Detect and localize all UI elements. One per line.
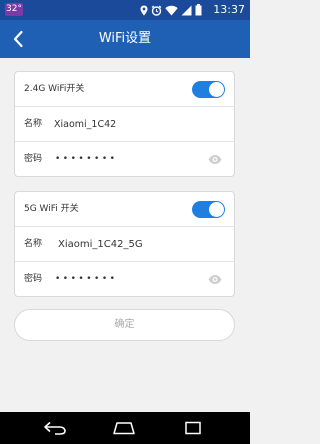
wifi-5g-name-label: 名称 [24,239,43,249]
wifi-5g-switch-label: 5G WiFi 开关 [24,204,79,214]
nav-home-icon [113,422,135,435]
wifi-24g-password-field[interactable]: •••••••• [55,142,117,177]
page-title: WiFi设置 [98,31,152,46]
navigation-bar [0,412,250,444]
battery-icon [195,4,202,16]
wifi-24g-card: 2.4G WiFi开关 名称 Xiaomi_1C42 密码 •••••••• [14,71,235,177]
wifi-24g-switch-row: 2.4G WiFi开关 [15,72,234,107]
nav-back-icon [44,421,66,435]
status-icons [140,4,202,16]
signal-icon [181,5,192,15]
app-bar: WiFi设置 [0,20,250,58]
wifi-5g-name-row[interactable]: 名称 Xiaomi_1C42_5G [15,227,234,262]
eye-icon[interactable] [208,154,222,165]
back-arrow-icon [13,30,23,48]
eye-icon[interactable] [208,274,222,285]
wifi-24g-toggle[interactable] [192,81,225,98]
wifi-5g-toggle[interactable] [192,201,225,218]
wifi-24g-password-row[interactable]: 密码 •••••••• [15,142,234,177]
wifi-5g-password-row[interactable]: 密码 •••••••• [15,262,234,297]
wifi-5g-password-field[interactable]: •••••••• [55,262,117,297]
back-button[interactable] [4,25,32,53]
nav-recents-button[interactable] [180,418,206,438]
wifi-24g-switch-label: 2.4G WiFi开关 [24,84,85,94]
clock: 13:37 [213,3,245,16]
confirm-button[interactable]: 确定 [14,309,235,341]
wifi-24g-name-field[interactable]: Xiaomi_1C42 [54,107,116,142]
status-bar: 32° 13:37 [0,0,250,20]
location-icon [140,5,148,15]
wifi-icon [165,5,178,15]
wifi-24g-name-row[interactable]: 名称 Xiaomi_1C42 [15,107,234,142]
nav-back-button[interactable] [42,418,68,438]
wifi-24g-password-label: 密码 [24,154,43,164]
nav-recents-icon [185,421,201,435]
wifi-5g-switch-row: 5G WiFi 开关 [15,192,234,227]
nav-home-button[interactable] [111,418,137,438]
toggle-knob [209,82,224,97]
wifi-5g-card: 5G WiFi 开关 名称 Xiaomi_1C42_5G 密码 •••••••• [14,191,235,297]
wifi-5g-password-label: 密码 [24,274,43,284]
temperature-badge: 32° [5,3,23,16]
wifi-24g-name-label: 名称 [24,119,43,129]
alarm-icon [151,5,162,16]
wifi-5g-name-field[interactable]: Xiaomi_1C42_5G [58,227,143,262]
toggle-knob [209,202,224,217]
